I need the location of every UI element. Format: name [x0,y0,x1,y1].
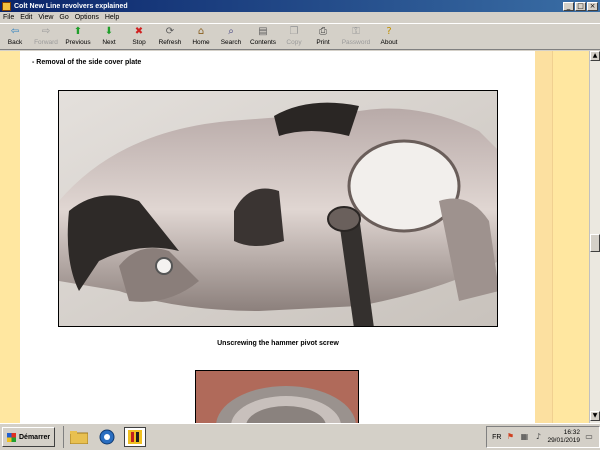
photo-caption: Unscrewing the hammer pivot screw [217,340,339,347]
help-app-icon[interactable] [124,427,147,447]
key-icon: ⚿ [352,26,360,37]
toolbar-stop-button[interactable]: ✖ Stop [124,26,154,46]
scroll-up-button[interactable]: ▲ [590,51,600,61]
scroll-thumb[interactable] [590,234,600,252]
folder-icon[interactable] [68,427,90,447]
action-center-icon[interactable]: ▦ [519,432,529,442]
toolbar-about-button[interactable]: ? About [374,26,404,46]
menu-go[interactable]: Go [56,14,71,21]
toolbar-button-label: Forward [34,39,58,46]
toolbar-button-label: Refresh [158,39,182,46]
up-arrow-icon: ⬆ [73,26,83,37]
refresh-icon: ⟳ [165,26,175,37]
toolbar-button-label: Home [192,39,210,46]
forward-arrow-icon: ⇨ [41,26,51,37]
search-icon: ⌕ [228,26,234,37]
window-title: Colt New Line revolvers explained [14,2,128,10]
clock-time: 16:32 [563,429,580,436]
title-bar: Colt New Line revolvers explained _ □ × [0,0,600,12]
taskbar: Démarrer FR ⚑ ▦ ♪ 16:32 29/01/2019 ▭ [0,423,600,450]
stop-icon: ✖ [134,26,144,37]
toolbar-button-label: Stop [132,39,146,46]
toolbar-button-label: Contents [249,39,277,46]
toolbar-refresh-button[interactable]: ⟳ Refresh [154,26,186,46]
about-icon: ? [386,26,392,37]
toolbar-search-button[interactable]: ⌕ Search [216,26,246,46]
toolbar-button-label: Search [220,39,242,46]
toolbar-password-button[interactable]: ⚿ Password [338,26,374,46]
menu-file[interactable]: File [0,14,17,21]
browser-icon[interactable] [96,427,118,447]
toolbar-home-button[interactable]: ⌂ Home [186,26,216,46]
right-margin-inner-strip [535,51,553,423]
clock-date: 29/01/2019 [547,437,580,444]
print-icon: ⎙ [319,26,327,37]
vertical-scrollbar[interactable]: ▲ ▼ [589,51,600,423]
toolbar-button-label: About [380,39,398,46]
toolbar: ⇦ Back ⇨ Forward ⬆ Previous ⬇ Next ✖ Stop ⟳ Refresh… [0,23,600,50]
toolbar-previous-button[interactable]: ⬆ Previous [62,26,94,46]
start-label: Démarrer [19,433,51,441]
toolbar-back-button[interactable]: ⇦ Back [0,26,30,46]
language-indicator[interactable]: FR [492,434,501,441]
down-arrow-icon: ⬇ [104,26,114,37]
toolbar-button-label: Previous [65,39,91,46]
home-icon: ⌂ [197,26,205,37]
toolbar-copy-button[interactable]: ❐ Copy [280,26,308,46]
menu-view[interactable]: View [35,14,56,21]
windows-logo-icon [7,432,16,442]
menu-edit[interactable]: Edit [17,14,35,21]
toolbar-button-label: Password [341,39,371,46]
toolbar-button-label: Next [102,39,116,46]
toolbar-button-label: Back [7,39,23,46]
toolbar-forward-button[interactable]: ⇨ Forward [30,26,62,46]
screw-photo [195,370,359,423]
maximize-button[interactable]: □ [575,1,586,11]
copy-icon: ❐ [289,26,299,37]
back-arrow-icon: ⇦ [10,26,20,37]
toolbar-button-label: Print [316,39,330,46]
left-margin-strip [0,51,20,423]
close-button[interactable]: × [587,1,598,11]
clock[interactable]: 16:32 29/01/2019 [547,429,580,445]
content-pane: - Removal of the side cover plate Unscre… [0,51,589,423]
menu-options[interactable]: Options [72,14,102,21]
toolbar-next-button[interactable]: ⬇ Next [94,26,124,46]
system-tray: FR ⚑ ▦ ♪ 16:32 29/01/2019 ▭ [486,426,600,448]
network-icon[interactable]: ⚑ [505,432,515,442]
notification-icon[interactable]: ▭ [584,432,594,442]
app-icon [2,1,11,11]
contents-icon: ▤ [258,26,268,37]
scroll-down-button[interactable]: ▼ [590,411,600,421]
minimize-button[interactable]: _ [563,1,574,11]
menu-help[interactable]: Help [102,14,122,21]
start-button[interactable]: Démarrer [2,427,56,447]
volume-icon[interactable]: ♪ [533,432,543,442]
toolbar-print-button[interactable]: ⎙ Print [308,26,338,46]
menu-bar: File Edit View Go Options Help [0,12,600,22]
toolbar-contents-button[interactable]: ▤ Contents [246,26,280,46]
toolbar-button-label: Copy [286,39,302,46]
revolver-photo [58,90,498,327]
quick-launch [63,426,147,448]
section-heading: - Removal of the side cover plate [32,59,142,66]
